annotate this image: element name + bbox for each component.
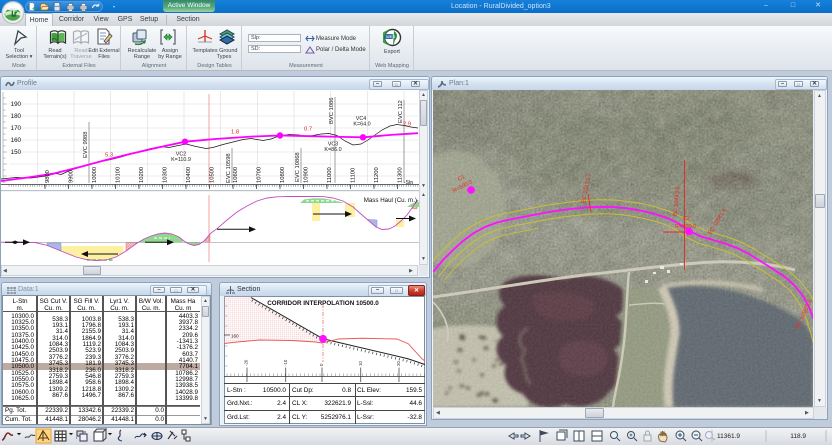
svg-text:150: 150 [11,149,22,156]
svg-text:10800: 10800 [280,167,286,183]
svg-text:11000: 11000 [327,167,333,183]
svg-text:10600: 10600 [233,167,239,183]
svg-text:R=500.0: R=500.0 [675,224,696,230]
svg-text:WEB: WEB [386,34,395,39]
svg-text:C2: C2 [683,216,690,222]
svg-text:160: 160 [11,137,22,144]
svg-text:0.7: 0.7 [304,127,312,133]
svg-text:11200: 11200 [374,167,380,183]
svg-text:EVC 112: EVC 112 [398,100,404,123]
svg-text:EVC 9988: EVC 9988 [83,132,89,158]
svg-text:-20: -20 [244,359,249,366]
svg-text:1.8: 1.8 [231,130,239,136]
svg-text:11361.9: 11361.9 [717,433,740,440]
svg-text:Mass Haul (Cu. m.): Mass Haul (Cu. m.) [364,197,417,204]
svg-text:K=110.9: K=110.9 [171,157,191,163]
svg-text:20: 20 [396,361,401,366]
svg-text:170: 170 [11,125,22,132]
svg-text:BVC 1086: BVC 1086 [329,98,335,124]
svg-text:118.9: 118.9 [790,433,806,440]
svg-text:190: 190 [11,101,22,108]
svg-text:10700: 10700 [257,167,263,183]
svg-text:9900: 9900 [69,170,75,183]
svg-text:EVC 10598: EVC 10598 [226,153,232,183]
svg-text:0: 0 [319,363,324,366]
svg-text:10000: 10000 [92,167,98,183]
svg-text:2.9: 2.9 [403,122,411,128]
svg-text:-10: -10 [283,359,288,366]
svg-text:5.3: 5.3 [105,153,113,159]
svg-text:10300: 10300 [163,167,169,183]
svg-text:10900: 10900 [304,167,310,183]
svg-text:10100: 10100 [116,167,122,183]
svg-text:K=64.0: K=64.0 [353,122,370,128]
svg-text:K=86.0: K=86.0 [324,147,341,153]
svg-text:11100: 11100 [351,168,357,183]
svg-text:180: 180 [11,113,22,120]
svg-text:160: 160 [231,333,239,338]
svg-text:EVC 10868: EVC 10868 [295,152,301,182]
svg-text:10400: 10400 [186,167,192,183]
svg-text:CORRIDOR INTERPOLATION 10500.0: CORRIDOR INTERPOLATION 10500.0 [267,300,379,307]
svg-text:10: 10 [358,361,363,366]
svg-text:10500: 10500 [210,167,216,183]
svg-text:9800: 9800 [45,170,51,183]
svg-text:11300: 11300 [398,167,404,183]
svg-text:10200: 10200 [139,167,145,183]
